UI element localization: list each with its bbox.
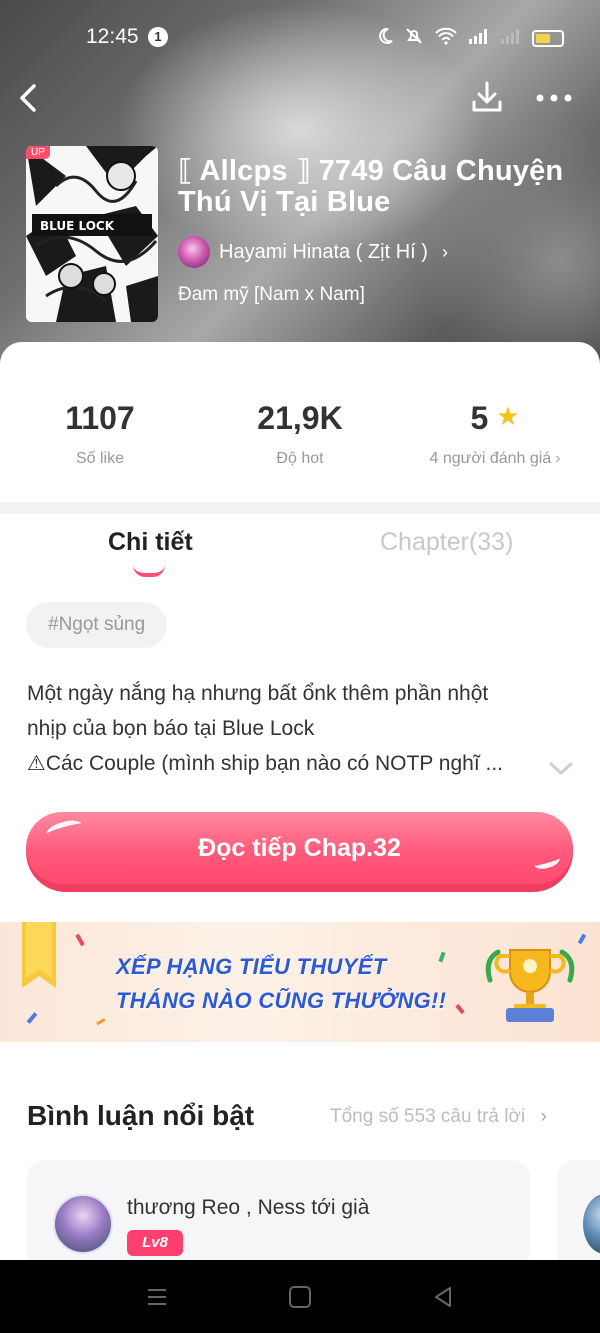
- hot-label: Độ hot: [276, 450, 324, 467]
- likes-value: 1107: [65, 400, 135, 436]
- genre-label: Đam mỹ [Nam x Nam]: [178, 284, 365, 305]
- rating-count: 4 người đánh giá ›: [390, 450, 600, 468]
- commenter-avatar[interactable]: [53, 1194, 113, 1254]
- status-time: 12:45: [86, 25, 139, 48]
- menu-icon: [148, 1289, 166, 1305]
- moon-icon: [376, 27, 394, 50]
- comments-section: Bình luận nổi bật Tổng số 553 câu trả lờ…: [0, 1042, 600, 1270]
- back-icon: [20, 84, 36, 112]
- chevron-right-icon: ›: [555, 450, 561, 467]
- more-icon: [536, 94, 572, 102]
- author-name: Hayami Hinata ( Zịt Hí ): [219, 240, 428, 263]
- mute-bell-icon: [404, 26, 424, 51]
- author-link[interactable]: Hayami Hinata ( Zịt Hí ) ›: [178, 236, 448, 268]
- status-bar: 12:45 1: [0, 0, 600, 74]
- description-line: nhịp của bọn báo tại Blue Lock: [27, 717, 315, 740]
- chevron-right-icon: ›: [441, 241, 448, 262]
- chevron-down-icon: [549, 762, 573, 775]
- comment-card[interactable]: [557, 1160, 600, 1270]
- comments-total-link[interactable]: Tổng số 553 câu trả lời ›: [330, 1106, 547, 1128]
- banner-line: THÁNG NÀO CŨNG THƯỞNG!!: [116, 988, 447, 1013]
- svg-text:BLUE LOCK: BLUE LOCK: [40, 219, 115, 233]
- tag-chip[interactable]: #Ngọt sủng: [26, 602, 168, 648]
- likes-stat: 1107 Số like: [0, 400, 200, 468]
- star-icon: ★: [496, 401, 520, 431]
- hot-stat: 21,9K Độ hot: [200, 400, 400, 468]
- trophy-icon: [485, 949, 575, 1022]
- wifi-icon: [434, 27, 458, 50]
- comment-card[interactable]: thương Reo , Ness tới già Lv8: [27, 1160, 530, 1270]
- ranking-banner[interactable]: XẾP HẠNG TIỂU THUYẾT THÁNG NÀO CŨNG THƯỞ…: [0, 922, 600, 1042]
- tab-indicator: [133, 565, 165, 577]
- banner-text: XẾP HẠNG TIỂU THUYẾT THÁNG NÀO CŨNG THƯỞ…: [116, 950, 446, 1018]
- download-icon: [472, 81, 502, 112]
- chevron-right-icon: ›: [540, 1106, 547, 1127]
- notification-count-badge: 1: [148, 27, 168, 47]
- hot-value: 21,9K: [257, 400, 343, 436]
- continue-reading-label: Đọc tiếp Chap.32: [26, 812, 573, 884]
- signal-icon: [468, 28, 490, 49]
- system-navigation-bar: [0, 1260, 600, 1333]
- download-button[interactable]: [468, 78, 506, 116]
- author-avatar: [178, 236, 210, 268]
- cover-image[interactable]: BLUE LOCK UP: [26, 146, 158, 322]
- comments-total: Tổng số 553 câu trả lời: [330, 1106, 526, 1127]
- rating-label: 4 người đánh giá: [429, 450, 552, 467]
- likes-label: Số like: [75, 450, 125, 467]
- status-icons: [376, 26, 564, 51]
- signal-2-icon: [500, 28, 522, 49]
- rating-value-row: 5 ★: [390, 400, 600, 440]
- story-title: ⟦ Allcps ⟧ 7749 Câu Chuyện Thú Vị Tại Bl…: [178, 155, 564, 218]
- stats-card: 1107 Số like 21,9K Độ hot 5 ★ 4 người đán…: [0, 342, 600, 502]
- system-back-button[interactable]: [432, 1286, 454, 1308]
- battery-icon: [532, 30, 564, 47]
- commenter-name: thương Reo , Ness tới già: [127, 1196, 370, 1219]
- back-triangle-icon: [435, 1287, 451, 1307]
- details-section: Chi tiết Chapter(33) #Ngọt sủng Một ngày…: [0, 514, 600, 922]
- level-badge: Lv8: [127, 1230, 183, 1256]
- description-line: Một ngày nắng hạ nhưng bất ổnk thêm phần…: [27, 682, 489, 705]
- description: Một ngày nắng hạ nhưng bất ổnk thêm phần…: [27, 676, 575, 781]
- expand-description-button[interactable]: [548, 758, 574, 778]
- continue-reading-button[interactable]: Đọc tiếp Chap.32: [26, 812, 573, 892]
- banner-line: XẾP HẠNG TIỂU THUYẾT: [116, 954, 387, 979]
- header-background: 12:45 1 BLUE LOCK UP ⟦ Allcps ⟧ 7749 Câu…: [0, 0, 600, 370]
- description-line: ⚠Các Couple (mình ship bạn nào có NOTP n…: [27, 752, 504, 775]
- rating-stat[interactable]: 5 ★ 4 người đánh giá ›: [390, 400, 600, 468]
- tab-chapters[interactable]: Chapter(33): [380, 528, 513, 557]
- tab-details[interactable]: Chi tiết: [108, 528, 193, 557]
- more-button[interactable]: [534, 88, 574, 108]
- cover-badge: UP: [26, 146, 50, 159]
- rating-value: 5: [470, 400, 489, 436]
- recent-apps-button[interactable]: [146, 1286, 168, 1308]
- commenter-avatar[interactable]: [583, 1194, 600, 1254]
- comments-title: Bình luận nổi bật: [27, 1100, 255, 1131]
- back-button[interactable]: [12, 80, 48, 116]
- home-button[interactable]: [289, 1286, 311, 1308]
